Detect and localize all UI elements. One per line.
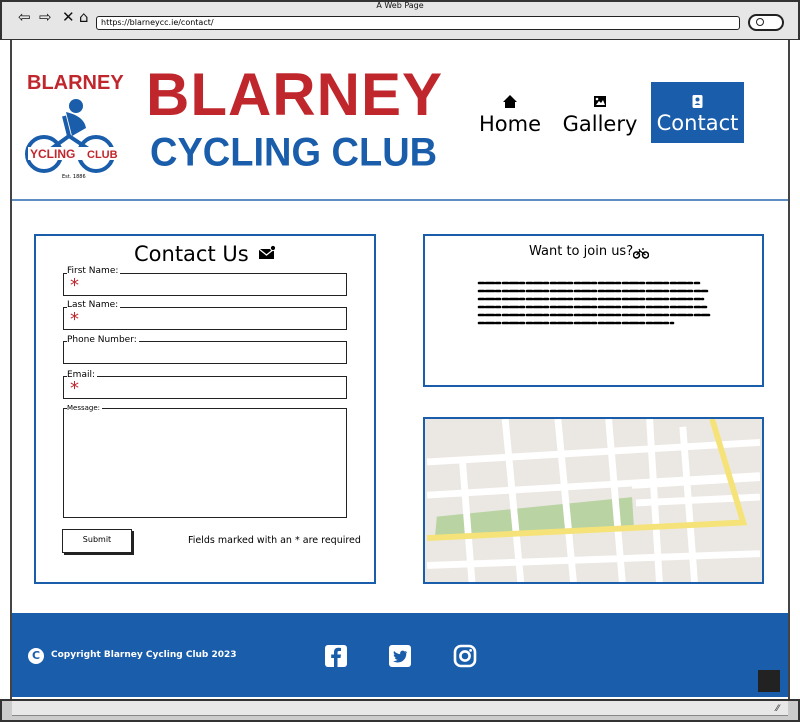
message-textarea[interactable] xyxy=(63,408,347,518)
header-divider xyxy=(12,199,788,201)
nav-item-home[interactable]: Home xyxy=(474,88,546,143)
image-icon xyxy=(594,96,606,107)
join-us-title: Want to join us? xyxy=(529,244,634,259)
bicycle-icon xyxy=(633,248,649,259)
copyright-icon: C xyxy=(28,648,44,664)
nav-label-gallery: Gallery xyxy=(562,112,638,136)
twitter-icon[interactable] xyxy=(388,644,412,668)
phone-number-label: Phone Number: xyxy=(67,335,139,345)
nav-label-home: Home xyxy=(478,112,541,136)
required-fields-note: Fields marked with an * are required xyxy=(188,535,361,546)
back-to-top-button[interactable] xyxy=(758,670,780,692)
required-asterisk: * xyxy=(70,275,79,296)
email-input[interactable] xyxy=(63,376,347,399)
nav-item-contact[interactable]: Contact xyxy=(651,82,744,143)
first-name-input[interactable] xyxy=(63,273,347,296)
window-title: A Web Page xyxy=(376,1,424,10)
svg-text:Est. 1886: Est. 1886 xyxy=(62,174,86,180)
address-bar[interactable]: https://blarneycc.ie/contact/ xyxy=(96,16,740,30)
logo-wordmark[interactable]: BLARNEY xyxy=(27,72,124,95)
search-button[interactable] xyxy=(748,14,784,31)
search-icon xyxy=(756,18,764,26)
nav-label-contact: Contact xyxy=(656,111,739,135)
contact-book-icon xyxy=(692,95,703,108)
placeholder-text-scribble xyxy=(477,281,711,325)
forward-arrow-icon[interactable]: ⇨ xyxy=(39,10,52,25)
resize-grip-icon[interactable]: ⁄⁄ xyxy=(776,704,779,714)
instagram-icon[interactable] xyxy=(453,644,477,668)
facebook-icon[interactable] xyxy=(324,644,348,668)
home-icon xyxy=(503,95,517,108)
home-nav-icon[interactable]: ⌂ xyxy=(79,10,89,25)
location-map[interactable] xyxy=(423,417,764,584)
submit-button[interactable]: Submit xyxy=(62,529,132,553)
form-title: Contact Us xyxy=(134,242,249,266)
required-asterisk: * xyxy=(70,309,79,330)
brand-subtitle: CYCLING CLUB xyxy=(150,130,438,176)
envelope-icon xyxy=(258,245,276,259)
brand-title: BLARNEY xyxy=(146,61,444,128)
svg-text:YCLING: YCLING xyxy=(30,147,75,161)
back-arrow-icon[interactable]: ⇦ xyxy=(18,10,31,25)
last-name-input[interactable] xyxy=(63,307,347,330)
svg-text:CLUB: CLUB xyxy=(87,149,118,161)
logo-cyclist-icon[interactable]: YCLING CLUB Est. 1886 xyxy=(24,96,119,180)
message-label: Message: xyxy=(67,404,103,412)
close-icon[interactable]: ✕ xyxy=(62,10,75,25)
copyright-text: Copyright Blarney Cycling Club 2023 xyxy=(51,650,237,660)
nav-item-gallery[interactable]: Gallery xyxy=(558,88,642,143)
required-asterisk: * xyxy=(70,378,79,399)
horizontal-scrollbar[interactable] xyxy=(12,701,788,716)
